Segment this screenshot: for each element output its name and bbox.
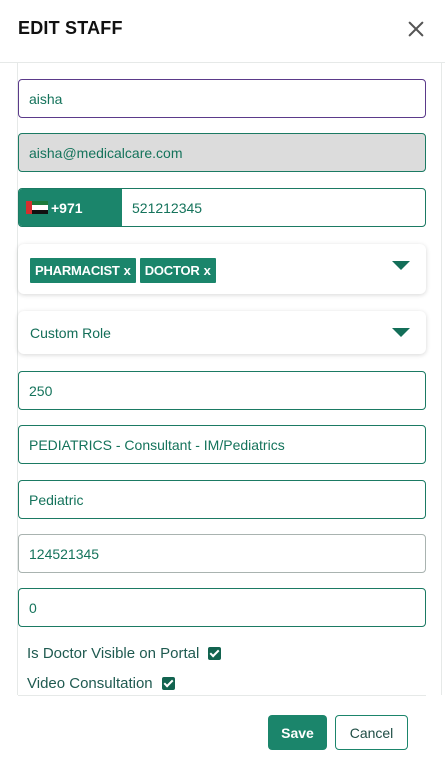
country-code-selector[interactable]: +971 bbox=[19, 189, 122, 226]
dialog-header: EDIT STAFF bbox=[0, 0, 445, 63]
video-consultation-row: Video Consultation bbox=[27, 675, 175, 692]
visible-on-portal-row: Is Doctor Visible on Portal bbox=[27, 645, 222, 662]
chevron-down-icon[interactable] bbox=[392, 328, 410, 337]
right-divider bbox=[441, 63, 442, 695]
visible-on-portal-checkbox[interactable] bbox=[208, 647, 222, 660]
remove-role-pharmacist-button[interactable]: x bbox=[124, 263, 131, 278]
custom-role-label: Custom Role bbox=[30, 324, 111, 341]
role-chip-doctor: DOCTOR x bbox=[139, 258, 216, 283]
phone-number-input[interactable]: 521212345 bbox=[122, 189, 425, 226]
cancel-button[interactable]: Cancel bbox=[335, 715, 408, 750]
close-icon[interactable] bbox=[405, 18, 427, 40]
chevron-down-icon[interactable] bbox=[392, 261, 410, 270]
roles-select[interactable]: PHARMACIST x DOCTOR x bbox=[18, 244, 426, 294]
custom-role-select[interactable]: Custom Role bbox=[18, 311, 426, 354]
experience-input[interactable]: 0 bbox=[18, 588, 426, 627]
footer-divider bbox=[18, 695, 426, 696]
email-input: aisha@medicalcare.com bbox=[18, 133, 426, 172]
video-consultation-checkbox[interactable] bbox=[161, 677, 175, 690]
uae-flag-icon bbox=[26, 201, 48, 214]
save-button[interactable]: Save bbox=[268, 715, 327, 750]
name-input[interactable]: aisha bbox=[18, 79, 426, 118]
department-input[interactable]: PEDIATRICS - Consultant - IM/Pediatrics bbox=[18, 425, 426, 464]
remove-role-doctor-button[interactable]: x bbox=[204, 263, 211, 278]
country-code: +971 bbox=[51, 199, 83, 216]
specialty-input[interactable]: Pediatric bbox=[18, 480, 426, 519]
license-input[interactable]: 124521345 bbox=[18, 534, 426, 573]
phone-field[interactable]: +971 521212345 bbox=[18, 188, 426, 227]
role-chip-pharmacist: PHARMACIST x bbox=[30, 258, 136, 283]
fee-input[interactable]: 250 bbox=[18, 371, 426, 410]
visible-on-portal-label: Is Doctor Visible on Portal bbox=[27, 645, 200, 662]
video-consultation-label: Video Consultation bbox=[27, 675, 153, 692]
dialog-title: EDIT STAFF bbox=[18, 18, 123, 38]
